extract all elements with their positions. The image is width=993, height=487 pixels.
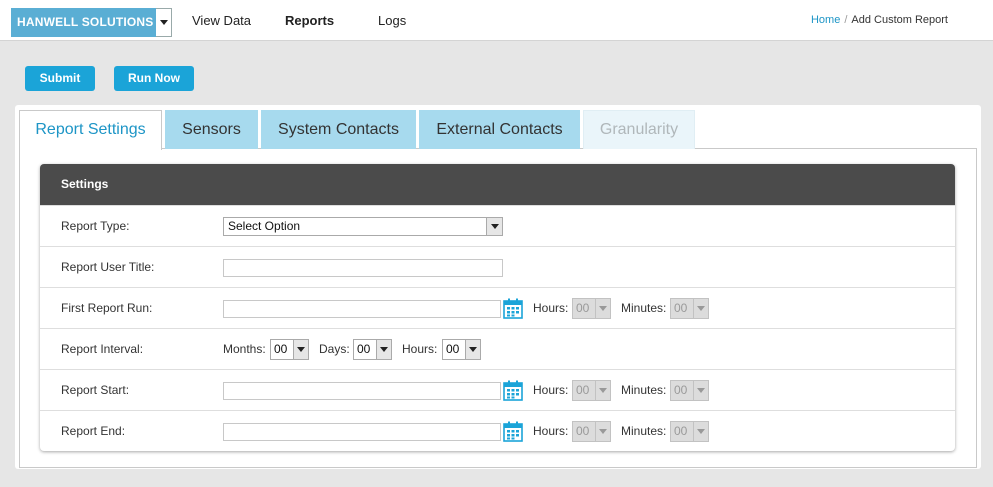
chevron-down-icon — [693, 299, 708, 318]
report-end-label: Report End: — [61, 424, 126, 438]
report-user-title-label: Report User Title: — [61, 260, 155, 274]
first-run-minutes-label: Minutes: — [621, 301, 667, 315]
start-minutes-value: 00 — [674, 383, 688, 397]
end-minutes-value: 00 — [674, 424, 688, 438]
first-run-hours-select: 00 — [572, 298, 611, 319]
end-minutes-select: 00 — [670, 421, 709, 442]
submit-button[interactable]: Submit — [25, 66, 95, 91]
row-report-interval: Report Interval: Months: 00 Days: 00 Hou… — [40, 328, 955, 369]
end-hours-value: 00 — [576, 424, 590, 438]
report-user-title-input[interactable] — [223, 259, 503, 277]
interval-months-label: Months: — [223, 342, 266, 356]
report-type-value: Select Option — [228, 219, 301, 233]
interval-hours-label: Hours: — [402, 342, 438, 356]
calendar-icon[interactable] — [503, 421, 523, 442]
nav-reports[interactable]: Reports — [285, 13, 334, 28]
end-hours-label: Hours: — [533, 424, 569, 438]
breadcrumb-home[interactable]: Home — [811, 14, 840, 26]
top-bar: HANWELL SOLUTIONS View Data Reports Logs… — [0, 0, 993, 41]
interval-days-label: Days: — [319, 342, 350, 356]
breadcrumb-separator: / — [844, 14, 848, 26]
tab-sensors[interactable]: Sensors — [165, 110, 258, 149]
nav-view-data[interactable]: View Data — [192, 13, 251, 28]
first-run-hours-value: 00 — [576, 301, 590, 315]
chevron-down-icon — [595, 422, 610, 441]
breadcrumb-current: Add Custom Report — [851, 14, 948, 26]
brand-label[interactable]: HANWELL SOLUTIONS — [11, 8, 156, 37]
calendar-icon[interactable] — [503, 380, 523, 401]
brand-dropdown-button[interactable] — [156, 8, 172, 37]
report-start-label: Report Start: — [61, 383, 130, 397]
interval-hours-value: 00 — [446, 342, 460, 356]
report-type-select[interactable]: Select Option — [223, 217, 503, 236]
chevron-down-icon — [595, 299, 610, 318]
start-hours-label: Hours: — [533, 383, 569, 397]
first-run-minutes-value: 00 — [674, 301, 688, 315]
chevron-down-icon — [376, 340, 391, 359]
interval-hours-select[interactable]: 00 — [442, 339, 481, 360]
chevron-down-icon — [595, 381, 610, 400]
interval-months-select[interactable]: 00 — [270, 339, 309, 360]
tab-report-settings[interactable]: Report Settings — [19, 110, 162, 150]
report-end-date-input[interactable] — [223, 423, 501, 441]
chevron-down-icon — [693, 422, 708, 441]
row-report-user-title: Report User Title: — [40, 246, 955, 287]
chevron-down-icon — [159, 20, 168, 25]
tab-external-contacts[interactable]: External Contacts — [419, 110, 580, 149]
row-report-type: Report Type: Select Option — [40, 205, 955, 246]
chevron-down-icon — [465, 340, 480, 359]
run-now-button[interactable]: Run Now — [114, 66, 194, 91]
breadcrumb: Home / Add Custom Report — [811, 14, 948, 26]
interval-months-value: 00 — [274, 342, 288, 356]
report-type-label: Report Type: — [61, 219, 130, 233]
chevron-down-icon — [693, 381, 708, 400]
first-run-hours-label: Hours: — [533, 301, 569, 315]
first-report-run-label: First Report Run: — [61, 301, 153, 315]
start-hours-select: 00 — [572, 380, 611, 401]
start-hours-value: 00 — [576, 383, 590, 397]
settings-header: Settings — [40, 164, 955, 205]
nav-logs[interactable]: Logs — [378, 13, 406, 28]
interval-days-select[interactable]: 00 — [353, 339, 392, 360]
start-minutes-select: 00 — [670, 380, 709, 401]
report-interval-label: Report Interval: — [61, 342, 144, 356]
end-minutes-label: Minutes: — [621, 424, 667, 438]
row-first-report-run: First Report Run: Hours: 00 Minutes: 00 — [40, 287, 955, 328]
row-report-end: Report End: Hours: 00 Minutes: 00 — [40, 410, 955, 451]
report-start-date-input[interactable] — [223, 382, 501, 400]
end-hours-select: 00 — [572, 421, 611, 442]
settings-card: Settings Report Type: Select Option Repo… — [40, 164, 955, 451]
tab-granularity: Granularity — [583, 110, 695, 149]
brand-selector[interactable]: HANWELL SOLUTIONS — [11, 8, 172, 37]
start-minutes-label: Minutes: — [621, 383, 667, 397]
tab-system-contacts[interactable]: System Contacts — [261, 110, 416, 149]
chevron-down-icon — [293, 340, 308, 359]
row-report-start: Report Start: Hours: 00 Minutes: 00 — [40, 369, 955, 410]
calendar-icon[interactable] — [503, 298, 523, 319]
chevron-down-icon — [486, 218, 502, 235]
first-run-minutes-select: 00 — [670, 298, 709, 319]
interval-days-value: 00 — [357, 342, 371, 356]
first-report-run-date-input[interactable] — [223, 300, 501, 318]
